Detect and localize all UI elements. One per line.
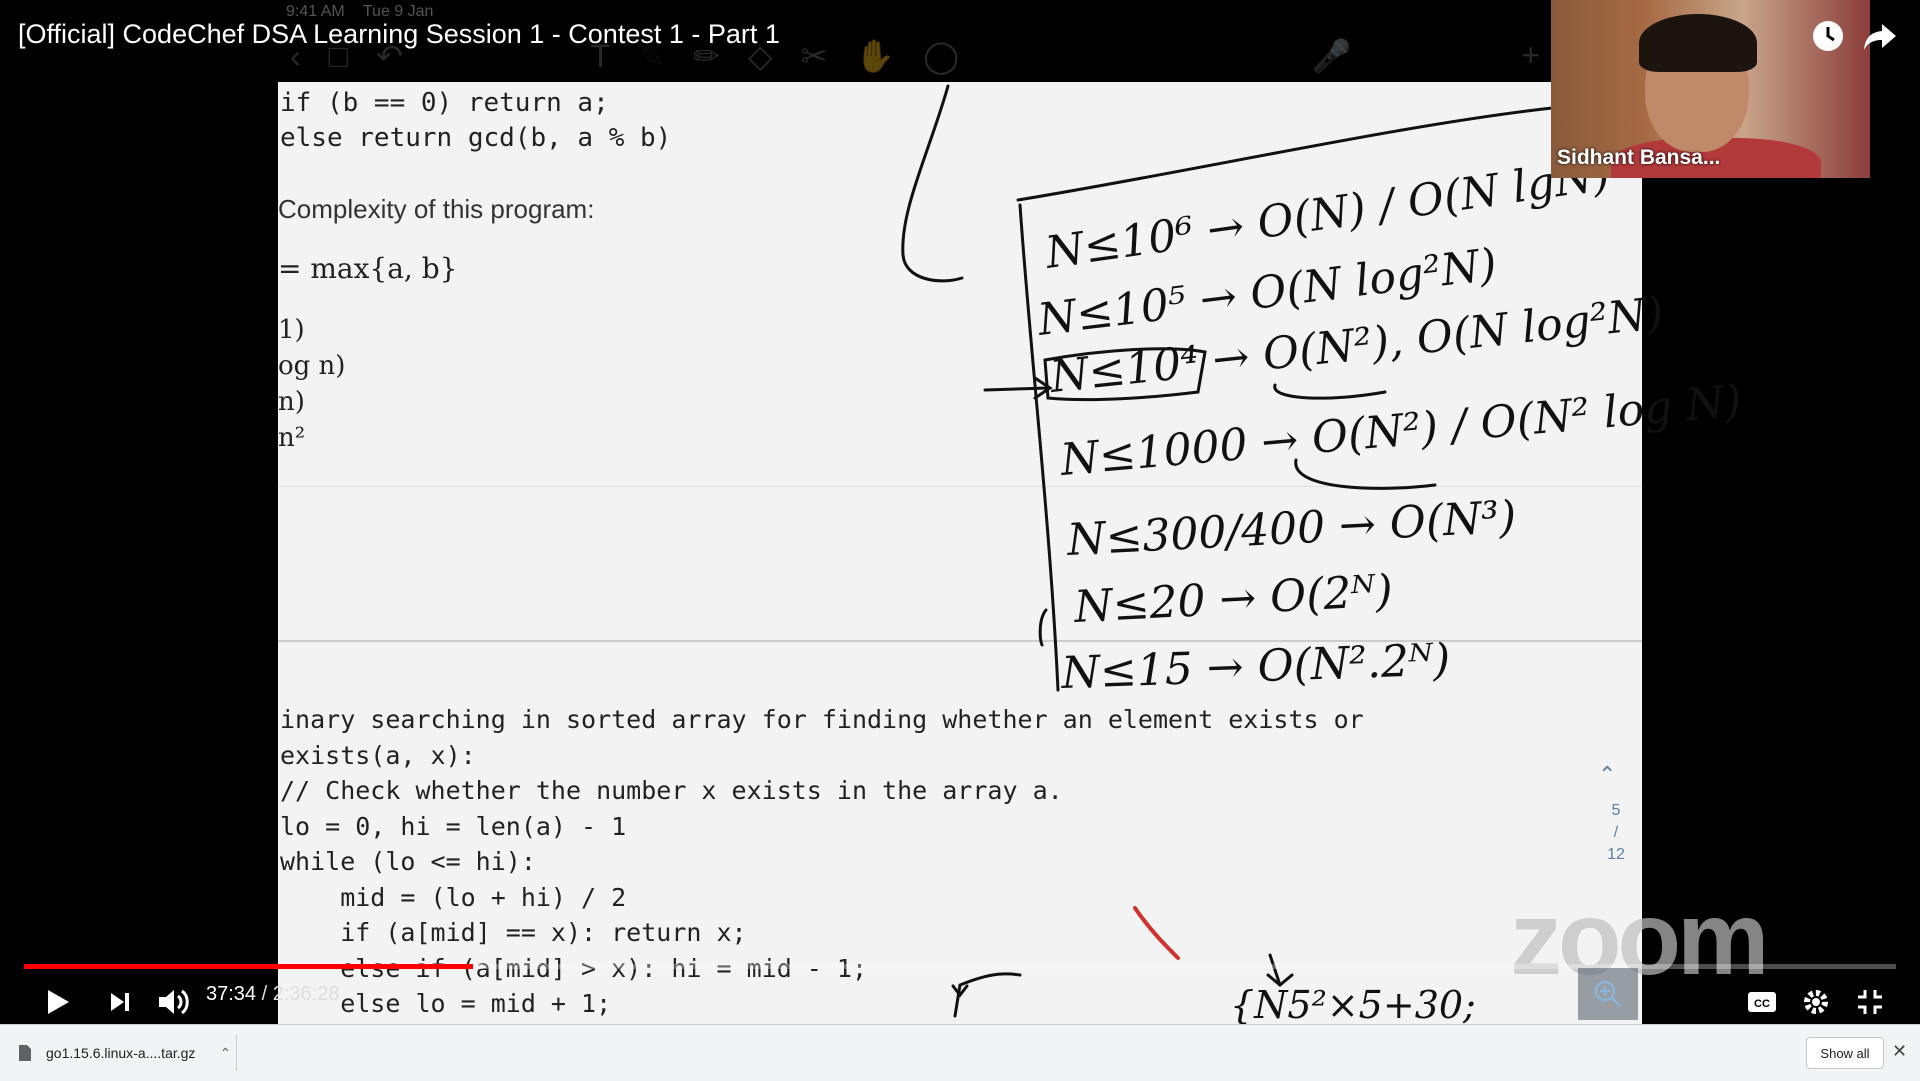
file-icon — [19, 1045, 31, 1061]
download-shelf: go1.15.6.linux-a....tar.gz ⌃ Show all ✕ — [0, 1024, 1920, 1081]
time-display: 37:34 / 2:36:28 — [206, 983, 339, 1006]
show-all-button[interactable]: Show all — [1806, 1037, 1884, 1069]
svg-text:CC: CC — [1754, 998, 1770, 1010]
page-total: 12 — [1607, 846, 1625, 863]
slide-divider — [278, 486, 1642, 487]
progress-played — [24, 964, 474, 969]
page-counter: 5 / 12 — [1596, 800, 1636, 866]
next-button[interactable] — [100, 978, 140, 1024]
add-page-icon: + — [1521, 37, 1540, 73]
play-icon — [48, 990, 69, 1014]
scissors-tool-icon: ✂ — [800, 38, 828, 74]
current-time: 37:34 — [206, 983, 257, 1005]
play-button[interactable] — [38, 978, 78, 1024]
settings-icon — [1804, 990, 1828, 1014]
captions-icon: CC — [1748, 992, 1776, 1012]
close-icon[interactable]: ✕ — [1892, 1041, 1907, 1062]
exit-fullscreen-button[interactable] — [1848, 978, 1892, 1024]
slide-divider — [278, 640, 1642, 642]
page-separator: / — [1613, 824, 1619, 841]
share-icon[interactable] — [1862, 18, 1898, 54]
slide-gcd-code: if (b == 0) return a; else return gcd(b,… — [280, 88, 672, 153]
zoom-in-button[interactable] — [1578, 968, 1638, 1020]
next-icon — [111, 993, 129, 1011]
video-player[interactable]: if (b == 0) return a; else return gcd(b,… — [0, 0, 1920, 1024]
duration: 2:36:28 — [272, 983, 340, 1005]
clock-icon[interactable] — [1810, 18, 1846, 54]
webcam-person-hair — [1639, 14, 1757, 72]
time-separator: / — [256, 983, 273, 1005]
slide-complexity-cases: 1) og n) n) n² — [278, 315, 346, 453]
settings-button[interactable] — [1794, 978, 1838, 1024]
page-up-icon[interactable]: ⌃ — [1598, 762, 1616, 788]
volume-button[interactable] — [152, 978, 196, 1024]
ipad-date: Tue 9 Jan — [362, 3, 434, 20]
hand-tool-icon: ✋ — [855, 38, 896, 74]
captions-button[interactable]: CC — [1740, 978, 1784, 1024]
exit-fullscreen-icon — [1858, 990, 1882, 1014]
webcam-participant-name: Sidhant Bansa... — [1557, 146, 1721, 169]
download-item[interactable]: go1.15.6.linux-a....tar.gz ⌃ — [18, 1025, 231, 1081]
zoom-in-icon — [1594, 980, 1621, 1007]
video-title[interactable]: [Official] CodeChef DSA Learning Session… — [18, 19, 780, 50]
page-current: 5 — [1611, 802, 1621, 819]
divider — [236, 1035, 237, 1071]
download-file-name: go1.15.6.linux-a....tar.gz — [46, 1045, 196, 1061]
slide-complexity-title: Complexity of this program: — [278, 194, 595, 224]
microphone-icon: 🎤 — [1311, 38, 1352, 74]
slide-max-expression: = max{a, b} — [278, 252, 458, 285]
chevron-up-icon[interactable]: ⌃ — [219, 1045, 231, 1062]
slide-area: if (b == 0) return a; else return gcd(b,… — [278, 82, 1642, 1024]
slide-binary-search-code: inary searching in sorted array for find… — [280, 705, 1364, 1018]
lasso-tool-icon: ◯ — [923, 38, 960, 74]
volume-icon — [159, 989, 189, 1015]
ipad-time: 9:41 AM — [286, 3, 345, 20]
